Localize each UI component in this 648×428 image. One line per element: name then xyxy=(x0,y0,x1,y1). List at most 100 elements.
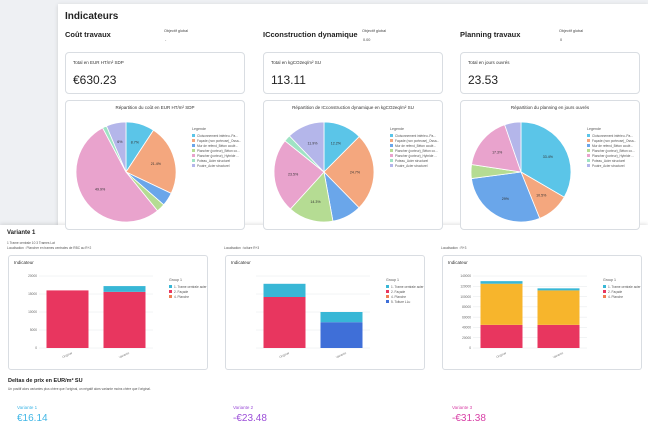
legend-swatch xyxy=(390,144,393,147)
legend-swatch xyxy=(386,290,389,293)
legend-swatch xyxy=(386,285,389,288)
legend-swatch xyxy=(192,144,195,147)
legend-item[interactable]: Plancher (porteur)_Hybride ... xyxy=(192,153,241,158)
legend-item[interactable]: Plancher (porteur)_Hybride ... xyxy=(390,153,439,158)
legend-label: Poteau_Acier structurel xyxy=(395,158,429,163)
y-tick-label: 140000 xyxy=(460,274,471,278)
x-tick-label: Original xyxy=(496,351,507,359)
pie-chart: 12.2% 24.7% 14.3% 23.5% 11.9% xyxy=(273,121,375,223)
pie-slice-label: 8.7% xyxy=(131,141,140,145)
legend-label: Cloisonnement intérieu..Pa... xyxy=(197,133,238,138)
legend-item[interactable]: Mur de refend_Béton coulé... xyxy=(587,143,636,148)
legend-item[interactable]: Poutre_Acier structurel xyxy=(587,163,636,168)
legend-label: 2. Façade xyxy=(391,289,406,294)
variant-title: Variante 1 xyxy=(7,230,36,236)
kpi-label: Total en kgCO2eq/m² SU xyxy=(271,60,322,65)
chart-title: Répartition du coût en EUR HT/m² SDP xyxy=(115,105,195,110)
pie-chart: 33.4% 10.5% 29% 17.3% xyxy=(470,121,572,223)
delta-value: -€31.38 xyxy=(452,413,486,424)
legend-swatch xyxy=(192,164,195,167)
kpi-card: Total en jours ouvrés 23.53 xyxy=(460,52,640,94)
deltas-title: Deltas de prix en EUR/m² SU xyxy=(8,378,83,384)
legend-swatch xyxy=(603,285,606,288)
legend-item[interactable]: Plancher (porteur)_Béton co... xyxy=(192,148,241,153)
legend-item[interactable]: Cloisonnement intérieu..Pa... xyxy=(192,133,241,138)
pie-chart-card: Répartition de ICconstruction dynamique … xyxy=(263,100,443,230)
legend-item[interactable]: Mur de refend_Béton coulé... xyxy=(192,143,241,148)
legend-item[interactable]: Façade (non porteuse)_Ossa... xyxy=(192,138,241,143)
pie-slice-label: 23.5% xyxy=(288,173,299,177)
pie-slice-label: 29% xyxy=(502,197,510,201)
legend-item[interactable]: 1. Trame centrale acier xyxy=(603,284,641,289)
indicator-card: Indicateur 20000 15000 10000 5000 0 Original Va… xyxy=(8,255,208,370)
bar-segment xyxy=(537,324,580,348)
legend-item[interactable]: Façade (non porteuse)_Ossa... xyxy=(587,138,636,143)
x-tick-label: Variante xyxy=(118,351,130,359)
legend-label: Plancher (porteur)_Hybride ... xyxy=(395,153,437,158)
legend-label: Poteau_Acier structurel xyxy=(592,158,626,163)
legend-item[interactable]: Cloisonnement intérieu..Pa... xyxy=(390,133,439,138)
legend-label: Plancher (porteur)_Béton co... xyxy=(197,148,240,153)
localisation-text: Localisation : toiture R+3 xyxy=(224,246,260,250)
indicator-card: Indicateur Original Variante Group 1 1. Tram… xyxy=(225,255,425,370)
legend-swatch xyxy=(390,149,393,152)
bar-segment xyxy=(320,312,363,323)
y-tick-label: 100000 xyxy=(460,295,471,299)
chart-title: Répartition de ICconstruction dynamique … xyxy=(292,105,414,110)
x-tick-label: Original xyxy=(279,351,290,359)
delta-value: -€23.48 xyxy=(233,413,267,424)
y-tick-label: 5000 xyxy=(30,328,37,332)
legend-item[interactable]: 4. Planche xyxy=(169,294,207,299)
pie-slice-label: 6% xyxy=(117,140,123,144)
y-tick-label: 15000 xyxy=(28,292,37,296)
legend-swatch xyxy=(386,295,389,298)
legend-swatch xyxy=(169,290,172,293)
legend-item[interactable]: 1. Trame centrale acier xyxy=(386,284,424,289)
bar-segment xyxy=(480,283,523,325)
section-title: Planning travaux xyxy=(460,30,521,39)
legend-swatch xyxy=(587,134,590,137)
pie-slice-label: 12.2% xyxy=(331,142,342,146)
pie-chart: 8.7% 21.4% 49.9% 6% xyxy=(75,121,177,223)
legend-swatch xyxy=(587,139,590,142)
legend-item[interactable]: 4. Planche xyxy=(603,294,641,299)
legend-item[interactable]: Plancher (porteur)_Béton co... xyxy=(587,148,636,153)
legend-item[interactable]: Plancher (porteur)_Hybride ... xyxy=(587,153,636,158)
legend-label: 1. Trame centrale acier xyxy=(391,284,424,289)
legend-title: Legende xyxy=(587,127,601,131)
legend-item[interactable]: Cloisonnement intérieu..Pa... xyxy=(587,133,636,138)
chart-title: Répartition du planning en jours ouvrés xyxy=(510,105,590,110)
section-title: Coût travaux xyxy=(65,30,111,39)
legend-swatch xyxy=(390,134,393,137)
legend-label: 2. Façade xyxy=(608,289,623,294)
delta-value: €16.14 xyxy=(17,413,48,424)
legend-swatch xyxy=(169,295,172,298)
pie-slice-label: 21.4% xyxy=(151,162,162,166)
stacked-bar-chart: Original Variante xyxy=(256,275,370,359)
objective-value: 0 xyxy=(560,38,563,42)
pie-slice-label: 24.7% xyxy=(350,170,361,174)
pie-slice-label: 11.9% xyxy=(307,141,318,145)
legend-swatch xyxy=(192,154,195,157)
x-tick-label: Original xyxy=(62,351,73,359)
legend-item[interactable]: Poutre_Acier structurel xyxy=(390,163,439,168)
legend-label: Façade (non porteuse)_Ossa... xyxy=(197,138,242,143)
y-tick-label: 0 xyxy=(469,346,471,350)
y-tick-label: 60000 xyxy=(462,315,471,319)
legend-item[interactable]: Poutre_Acier structurel xyxy=(192,163,241,168)
legend-item[interactable]: 5. Toiture LLu xyxy=(386,299,424,304)
pie-slice-label: 49.9% xyxy=(95,187,106,191)
variant-subtitle: 1 Trame centrale 10 3 Trames Lat xyxy=(7,241,55,245)
legend-label: 5. Toiture LLu xyxy=(391,299,411,304)
legend-item[interactable]: Plancher (porteur)_Béton co... xyxy=(390,148,439,153)
legend-item[interactable]: Façade (non porteuse)_Ossa... xyxy=(390,138,439,143)
bar-segment xyxy=(263,283,306,297)
kpi-value: €630.23 xyxy=(73,73,117,87)
legend-label: Façade (non porteuse)_Ossa... xyxy=(395,138,440,143)
legend-item[interactable]: Mur de refend_Béton coulé... xyxy=(390,143,439,148)
legend-swatch xyxy=(169,285,172,288)
legend-swatch xyxy=(390,164,393,167)
legend-item[interactable]: 1. Trame centrale acier xyxy=(169,284,207,289)
kpi-value: 23.53 xyxy=(468,73,499,87)
legend-title: Group 1 xyxy=(603,278,616,282)
